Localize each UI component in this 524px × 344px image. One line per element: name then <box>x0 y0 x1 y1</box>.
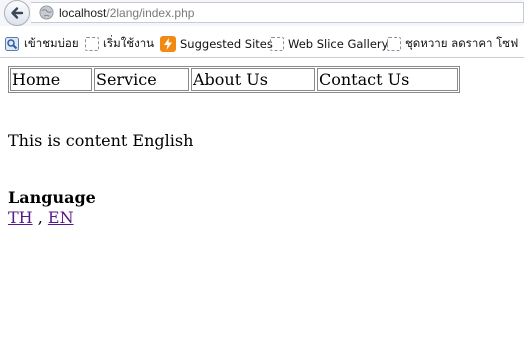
bookmark-most-visited[interactable]: เข้าชมบ่อย <box>4 35 79 53</box>
page-icon <box>270 37 284 51</box>
bookmark-label: เข้าชมบ่อย <box>24 36 79 50</box>
bookmark-label: ชุดหวาย ลดราคา โซฟ <box>405 36 519 50</box>
bookmark-getting-started[interactable]: เริ่มใช้งาน <box>85 35 154 53</box>
language-link-th[interactable]: TH <box>8 208 33 227</box>
language-link-en[interactable]: EN <box>48 208 74 227</box>
language-separator: , <box>32 208 48 227</box>
page-icon <box>85 37 99 51</box>
bookmark-label: เริ่มใช้งาน <box>103 36 155 50</box>
url-host: localhost <box>59 6 107 20</box>
nav-menu-table: Home Service About Us Contact Us <box>8 66 460 93</box>
url-text: localhost/2lang/index.php <box>59 4 194 22</box>
bookmark-label: Web Slice Gallery <box>288 37 389 51</box>
page-icon <box>387 37 401 51</box>
bookmark-suggested-sites[interactable]: Suggested Sites <box>160 35 273 53</box>
menu-item-service[interactable]: Service <box>94 68 189 91</box>
back-arrow-icon <box>11 7 24 19</box>
bookmark-web-slice-gallery[interactable]: Web Slice Gallery <box>270 35 388 53</box>
bookmark-label: Suggested Sites <box>180 37 273 51</box>
menu-item-home[interactable]: Home <box>10 68 92 91</box>
page-content: This is content English <box>8 131 194 150</box>
language-switcher: TH , EN <box>8 208 74 228</box>
menu-item-about-us[interactable]: About Us <box>191 68 315 91</box>
url-path: /2lang/index.php <box>106 6 195 20</box>
bookmarks-bar: เข้าชมบ่อย เริ่มใช้งาน Suggested Sites W… <box>0 30 524 58</box>
magnifier-page-icon <box>5 37 19 51</box>
language-heading: Language <box>8 188 96 207</box>
browser-toolbar: localhost/2lang/index.php <box>0 0 524 26</box>
suggested-sites-icon <box>160 36 176 52</box>
menu-item-contact-us[interactable]: Contact Us <box>317 68 458 91</box>
globe-icon <box>39 5 54 20</box>
address-bar[interactable]: localhost/2lang/index.php <box>31 2 524 23</box>
bookmark-sofa-sale[interactable]: ชุดหวาย ลดราคา โซฟ <box>387 35 518 53</box>
back-button[interactable] <box>4 0 30 26</box>
